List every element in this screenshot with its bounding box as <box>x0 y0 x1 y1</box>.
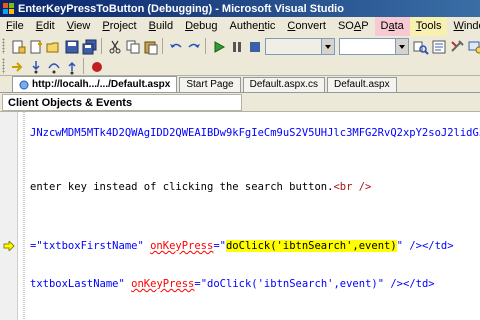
chevron-down-icon[interactable] <box>321 38 334 54</box>
solution-config-combo[interactable] <box>265 37 335 55</box>
add-item-icon[interactable] <box>27 38 43 54</box>
document-tab-strip: http://localh.../.../Default.aspx Start … <box>0 76 480 93</box>
title-bar: EnterKeyPressToButton (Debugging) - Micr… <box>0 0 480 17</box>
find-icon[interactable] <box>412 38 429 55</box>
menu-debug[interactable]: Debug <box>179 17 223 36</box>
paste-icon[interactable] <box>142 38 158 55</box>
show-next-statement-icon[interactable] <box>9 58 25 74</box>
visual-studio-icon <box>3 2 15 15</box>
menu-soap[interactable]: SOAP <box>332 17 375 36</box>
navigation-bar: Client Objects & Events <box>0 93 480 112</box>
web-page-icon <box>19 80 29 90</box>
chevron-down-icon[interactable] <box>395 38 408 54</box>
menu-project[interactable]: Project <box>96 17 142 36</box>
cut-icon[interactable] <box>106 38 122 54</box>
code-line-firstname: ="txtboxFirstName" onKeyPress="doClick('… <box>30 240 454 252</box>
toolbox-icon[interactable] <box>448 38 464 54</box>
toolbar-separator <box>83 58 84 74</box>
continue-icon[interactable] <box>210 38 226 54</box>
tab-label: Start Page <box>186 79 234 90</box>
indicator-margin[interactable] <box>0 112 18 320</box>
tab-label: Default.aspx.cs <box>249 79 318 90</box>
menu-build[interactable]: Build <box>143 17 179 36</box>
step-out-icon[interactable] <box>63 58 79 75</box>
menu-window[interactable]: Window <box>447 17 480 36</box>
new-project-icon[interactable] <box>9 38 26 54</box>
toolbar-separator <box>205 38 206 54</box>
tab-default-aspx-debug[interactable]: http://localh.../.../Default.aspx <box>12 76 178 92</box>
properties-icon[interactable] <box>430 38 446 54</box>
redo-icon[interactable] <box>185 38 201 54</box>
toolbar-grip[interactable] <box>2 38 5 54</box>
menu-tools[interactable]: Tools <box>409 17 448 36</box>
open-file-icon[interactable] <box>45 38 61 54</box>
save-icon[interactable] <box>63 38 79 54</box>
save-all-icon[interactable] <box>81 38 97 55</box>
toolbar-separator <box>162 38 163 54</box>
menu-view[interactable]: View <box>61 17 97 36</box>
tab-start-page[interactable]: Start Page <box>179 77 241 92</box>
object-browser-icon[interactable] <box>466 38 480 54</box>
outlining-margin <box>23 112 25 320</box>
code-editor[interactable]: JNzcwMDM5MTk4D2QWAgIDD2QWEAIBDw9kFgIeCm9… <box>0 112 480 320</box>
menu-data[interactable]: Data <box>374 17 410 36</box>
tab-default-aspx[interactable]: Default.aspx <box>327 77 397 92</box>
toolbar-separator <box>101 38 102 54</box>
undo-icon[interactable] <box>167 38 183 54</box>
step-over-icon[interactable] <box>45 58 61 74</box>
step-into-icon[interactable] <box>27 58 43 74</box>
platform-combo[interactable] <box>339 37 409 55</box>
code-line-comment: enter key instead of clicking the search… <box>30 181 372 193</box>
tab-default-aspx-cs[interactable]: Default.aspx.cs <box>242 77 325 92</box>
breakpoints-icon[interactable] <box>88 58 104 74</box>
tab-label: Default.aspx <box>334 79 390 90</box>
window-title: EnterKeyPressToButton (Debugging) - Micr… <box>18 2 344 15</box>
debug-toolbar <box>0 56 105 75</box>
current-statement-arrow-icon <box>3 241 15 251</box>
current-statement-highlight: doClick('ibtnSearch',event) <box>225 240 397 252</box>
code-line-viewstate: JNzcwMDM5MTk4D2QWAgIDD2QWEAIBDw9kFgIeCm9… <box>30 127 480 139</box>
standard-toolbar <box>0 36 480 56</box>
menu-convert[interactable]: Convert <box>281 17 332 36</box>
menu-bar: File Edit View Project Build Debug Authe… <box>0 17 480 36</box>
menu-authentic[interactable]: Authentic <box>224 17 282 36</box>
pause-icon[interactable] <box>228 38 244 54</box>
stop-icon[interactable] <box>246 38 262 54</box>
menu-file[interactable]: File <box>0 17 30 36</box>
client-objects-dropdown[interactable]: Client Objects & Events <box>2 93 242 111</box>
code-line-lastname: txtboxLastName" onKeyPress="doClick('ibt… <box>30 278 435 290</box>
menu-edit[interactable]: Edit <box>30 17 61 36</box>
tab-label: http://localh.../.../Default.aspx <box>32 78 171 90</box>
copy-icon[interactable] <box>124 38 140 54</box>
toolbar-grip[interactable] <box>2 58 5 74</box>
toolbar <box>0 36 480 76</box>
